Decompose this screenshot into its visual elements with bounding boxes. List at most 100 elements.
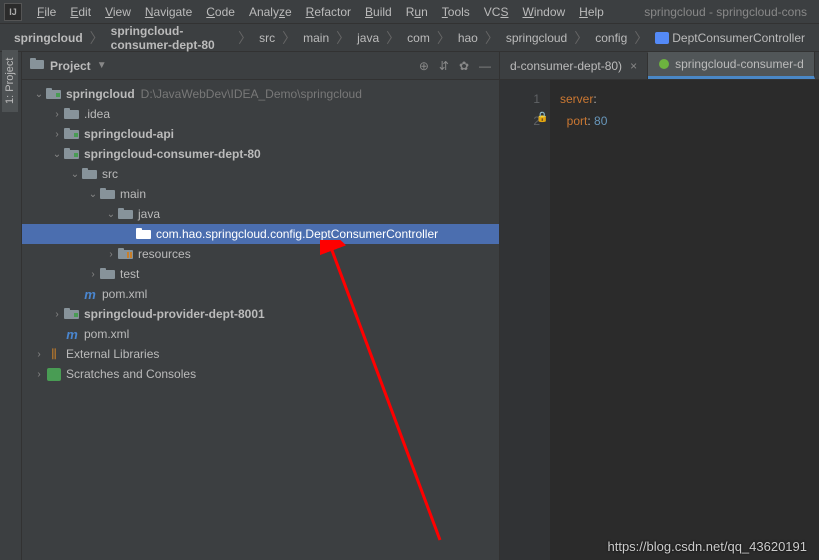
tree-label: .idea: [84, 107, 110, 121]
breadcrumb-item[interactable]: springcloud: [8, 29, 89, 47]
project-tree[interactable]: ⌄ springcloud D:\JavaWebDev\IDEA_Demo\spri…: [22, 80, 499, 560]
app-logo: IJ: [4, 3, 22, 21]
breadcrumb-item[interactable]: src: [253, 29, 281, 47]
tree-row[interactable]: ›springcloud-provider-dept-8001: [22, 304, 499, 324]
breadcrumb-item[interactable]: main: [297, 29, 335, 47]
chevron-right-icon: 〉: [485, 28, 499, 48]
folder-icon: [118, 207, 134, 221]
menu-item[interactable]: Analyze: [242, 3, 299, 21]
settings-icon[interactable]: ✿: [459, 59, 469, 73]
menu-item[interactable]: Edit: [63, 3, 98, 21]
code-editor[interactable]: 1 2 🔒 server: port: 80: [500, 80, 819, 560]
chevron-down-icon[interactable]: ⌄: [104, 209, 118, 220]
menu-item[interactable]: Tools: [435, 3, 477, 21]
menu-item[interactable]: View: [98, 3, 138, 21]
class-icon: [136, 227, 152, 241]
chevron-right-icon: 〉: [238, 28, 252, 48]
menu-item[interactable]: Navigate: [138, 3, 199, 21]
line-gutter: 1 2: [500, 80, 550, 560]
tree-row[interactable]: ⌄ springcloud-consumer-dept-80: [22, 144, 499, 164]
menu-item[interactable]: Run: [399, 3, 435, 21]
tree-label: pom.xml: [102, 287, 147, 301]
tree-row[interactable]: ›Scratches and Consoles: [22, 364, 499, 384]
project-panel-header: Project ▼ ⊕ ⇵ ✿ —: [22, 52, 499, 80]
tree-row[interactable]: ⌄ springcloud D:\JavaWebDev\IDEA_Demo\spri…: [22, 84, 499, 104]
collapse-icon[interactable]: ⇵: [439, 59, 449, 73]
chevron-right-icon[interactable]: ›: [32, 349, 46, 360]
breadcrumb-item[interactable]: hao: [452, 29, 484, 47]
line-number: 2: [500, 110, 540, 132]
tree-row[interactable]: com.hao.springcloud.config.DeptConsumerC…: [22, 224, 499, 244]
hide-icon[interactable]: —: [479, 59, 491, 73]
tree-label: External Libraries: [66, 347, 159, 361]
menu-item[interactable]: Help: [572, 3, 611, 21]
tree-row[interactable]: ⌄ main: [22, 184, 499, 204]
tree-label: springcloud-consumer-dept-80: [84, 147, 261, 161]
project-tool-tab[interactable]: 1: Project: [2, 50, 18, 112]
chevron-right-icon[interactable]: ›: [50, 309, 64, 320]
chevron-right-icon[interactable]: ›: [32, 369, 46, 380]
watermark-link: https://blog.csdn.net/qq_43620191: [608, 539, 808, 554]
chevron-right-icon: 〉: [634, 28, 648, 48]
tree-label: main: [120, 187, 146, 201]
editor-tab[interactable]: springcloud-consumer-d: [648, 52, 815, 79]
breadcrumb-item[interactable]: springcloud: [500, 29, 573, 47]
module-icon: [64, 307, 80, 321]
locate-icon[interactable]: ⊕: [419, 59, 429, 73]
tree-row[interactable]: ›⫼External Libraries: [22, 344, 499, 364]
tree-label: com.hao.springcloud.config.DeptConsumerC…: [156, 227, 438, 241]
tree-label: springcloud: [66, 87, 135, 101]
menu-item[interactable]: Build: [358, 3, 399, 21]
chevron-right-icon[interactable]: ›: [50, 109, 64, 120]
project-panel: Project ▼ ⊕ ⇵ ✿ — ⌄ springcloud D:\JavaWeb…: [22, 52, 500, 560]
menu-item[interactable]: File: [30, 3, 63, 21]
chevron-right-icon: 〉: [574, 28, 588, 48]
yaml-value: 80: [594, 114, 607, 128]
tree-label: resources: [138, 247, 191, 261]
chevron-down-icon[interactable]: ⌄: [32, 89, 46, 100]
editor-tab[interactable]: d-consumer-dept-80)×: [500, 53, 648, 79]
tree-row[interactable]: mpom.xml: [22, 284, 499, 304]
scratch-icon: [46, 367, 62, 381]
chevron-right-icon[interactable]: ›: [104, 249, 118, 260]
menu-item[interactable]: VCS: [477, 3, 516, 21]
chevron-right-icon: 〉: [90, 28, 104, 48]
tree-label: springcloud-api: [84, 127, 174, 141]
tree-label: java: [138, 207, 160, 221]
tree-label-path: D:\JavaWebDev\IDEA_Demo\springcloud: [141, 87, 362, 101]
tree-row[interactable]: › springcloud-api: [22, 124, 499, 144]
menu-item[interactable]: Refactor: [299, 3, 358, 21]
yaml-colon: :: [587, 114, 590, 128]
breadcrumb-item[interactable]: DeptConsumerController: [649, 29, 811, 47]
tab-label: springcloud-consumer-d: [675, 57, 804, 71]
chevron-down-icon[interactable]: ⌄: [50, 149, 64, 160]
menu-item[interactable]: Code: [199, 3, 242, 21]
tool-window-stripe: 1: Project: [0, 52, 22, 560]
menu-item[interactable]: Window: [515, 3, 572, 21]
code-content[interactable]: server: port: 80: [550, 80, 617, 560]
breadcrumb-item[interactable]: java: [351, 29, 385, 47]
tree-row[interactable]: ›test: [22, 264, 499, 284]
lock-icon: 🔒: [536, 112, 548, 123]
tree-row[interactable]: › resources: [22, 244, 499, 264]
breadcrumb-item[interactable]: com: [401, 29, 436, 47]
close-icon[interactable]: ×: [630, 59, 637, 73]
project-panel-title: Project: [50, 59, 91, 73]
chevron-right-icon[interactable]: ›: [86, 269, 100, 280]
breadcrumb-item[interactable]: config: [589, 29, 633, 47]
chevron-down-icon[interactable]: ⌄: [68, 169, 82, 180]
breadcrumb-item[interactable]: springcloud-consumer-dept-80: [105, 22, 237, 54]
chevron-down-icon[interactable]: ⌄: [86, 189, 100, 200]
tree-row[interactable]: › .idea: [22, 104, 499, 124]
module-icon: [46, 87, 62, 101]
editor-tabs: d-consumer-dept-80)× springcloud-consumer…: [500, 52, 819, 80]
tree-row[interactable]: mpom.xml: [22, 324, 499, 344]
dropdown-icon[interactable]: ▼: [97, 60, 107, 71]
chevron-right-icon[interactable]: ›: [50, 129, 64, 140]
module-icon: [64, 127, 80, 141]
tree-row[interactable]: ⌄src: [22, 164, 499, 184]
chevron-right-icon: 〉: [386, 28, 400, 48]
tree-label: pom.xml: [84, 327, 129, 341]
tree-row[interactable]: ⌄ java: [22, 204, 499, 224]
chevron-right-icon: 〉: [336, 28, 350, 48]
